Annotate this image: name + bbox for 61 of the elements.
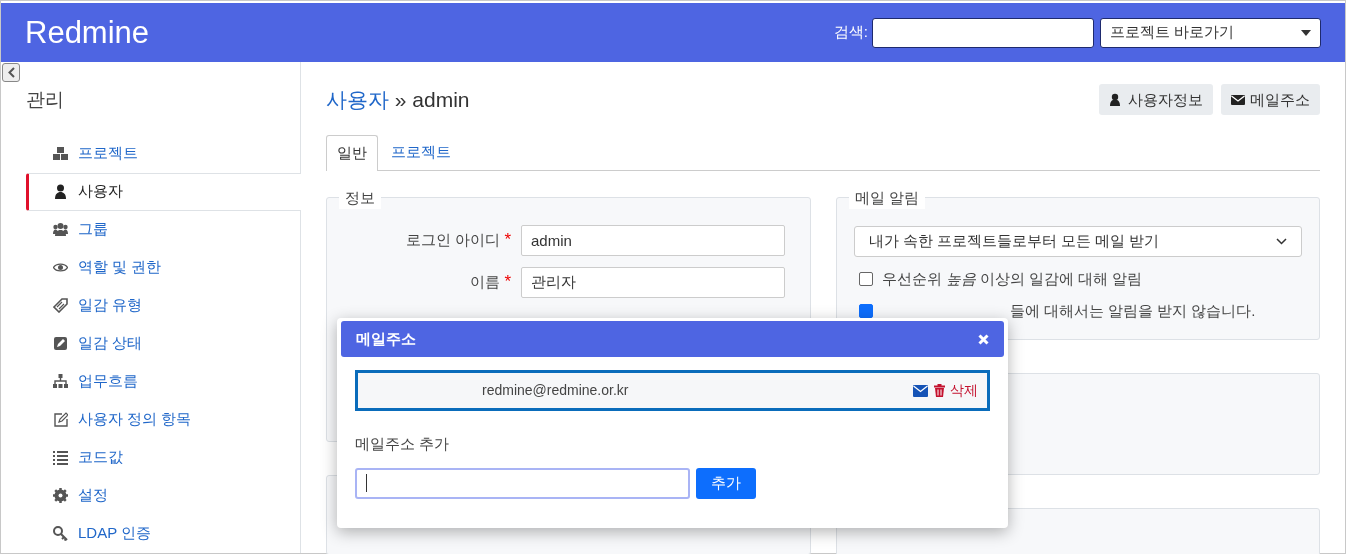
add-email-label: 메일주소 추가 bbox=[355, 434, 451, 454]
text-caret bbox=[366, 474, 367, 492]
chevron-left-icon bbox=[7, 67, 15, 78]
sidebar-item[interactable]: 프로젝트 bbox=[26, 134, 300, 173]
email-row[interactable]: redmine@redmine.or.kr 삭제 bbox=[355, 370, 990, 411]
sidebar-item[interactable]: 코드값 bbox=[26, 438, 300, 477]
tab[interactable]: 일반 bbox=[326, 134, 378, 171]
required-mark: * bbox=[504, 271, 511, 294]
close-icon[interactable] bbox=[978, 333, 989, 345]
collapse-button[interactable] bbox=[2, 63, 20, 82]
input-field[interactable]: admin bbox=[521, 224, 785, 256]
envelope-icon[interactable] bbox=[913, 384, 928, 397]
sidebar-item[interactable]: 사용자 정의 항목 bbox=[26, 400, 300, 439]
user-icon bbox=[1109, 92, 1123, 107]
action-button[interactable]: 사용자정보 bbox=[1099, 84, 1213, 116]
email-address: redmine@redmine.or.kr bbox=[482, 381, 629, 400]
sidebar-item[interactable]: LDAP 인증 bbox=[26, 514, 300, 553]
eye-icon bbox=[53, 260, 68, 275]
delete-link[interactable]: 삭제 bbox=[934, 380, 978, 401]
sitemap-icon bbox=[53, 374, 68, 389]
email-input[interactable] bbox=[355, 467, 690, 499]
sidebar-item[interactable]: 일감 상태 bbox=[26, 324, 300, 363]
edit-icon bbox=[53, 336, 68, 351]
add-button[interactable]: 추가 bbox=[696, 467, 756, 499]
action-button[interactable]: 메일주소 bbox=[1221, 84, 1320, 116]
sidebar-item[interactable]: 역할 및 권한 bbox=[26, 248, 300, 287]
field-label: 로그인 아이디 bbox=[406, 229, 501, 250]
sidebar-title: 관리 bbox=[26, 88, 65, 112]
chevron-down-icon bbox=[1276, 237, 1287, 245]
key-icon bbox=[53, 526, 68, 541]
settings-icon bbox=[53, 488, 68, 503]
user-icon bbox=[53, 184, 68, 199]
notification-select[interactable]: 내가 속한 프로젝트들로부터 모든 메일 받기 bbox=[853, 225, 1302, 257]
sidebar-item[interactable]: 그룹 bbox=[26, 210, 300, 249]
envelope-icon bbox=[1231, 92, 1245, 107]
field-label: 이름 bbox=[470, 271, 501, 292]
boxes-icon bbox=[53, 146, 68, 161]
breadcrumb-link[interactable]: 사용자 bbox=[326, 88, 389, 111]
checkbox-label: 우선순위 높음 이상의 일감에 대해 알림 bbox=[881, 268, 1143, 289]
checkbox-label: 들에 대해서는 알림을 받지 않습니다. bbox=[1009, 301, 1256, 321]
checkbox[interactable] bbox=[858, 304, 873, 319]
users-icon bbox=[53, 222, 68, 237]
sidebar-item[interactable]: 일감 유형 bbox=[26, 286, 300, 325]
sidebar-item[interactable]: 사용자 bbox=[26, 172, 301, 211]
caret-icon bbox=[1301, 29, 1311, 36]
required-mark: * bbox=[504, 229, 511, 252]
search-label: 검색: bbox=[833, 22, 868, 43]
pencil-square-icon bbox=[53, 412, 68, 427]
sidebar-item[interactable]: 업무흐름 bbox=[26, 362, 300, 401]
dialog-title: 메일주소 bbox=[356, 328, 416, 349]
list-icon bbox=[53, 450, 68, 465]
checkbox[interactable] bbox=[858, 271, 873, 286]
app-logo[interactable]: Redmine bbox=[25, 17, 150, 48]
tag-icon bbox=[53, 298, 68, 313]
search-field[interactable] bbox=[872, 17, 1094, 48]
page-title: » admin bbox=[394, 88, 470, 111]
project-jump-dropdown[interactable]: 프로젝트 바로가기 bbox=[1100, 17, 1321, 48]
trash-icon bbox=[934, 384, 945, 397]
sidebar-item[interactable]: 설정 bbox=[26, 476, 300, 515]
tab[interactable]: 프로젝트 bbox=[378, 134, 464, 170]
input-field[interactable]: 관리자 bbox=[521, 266, 785, 298]
